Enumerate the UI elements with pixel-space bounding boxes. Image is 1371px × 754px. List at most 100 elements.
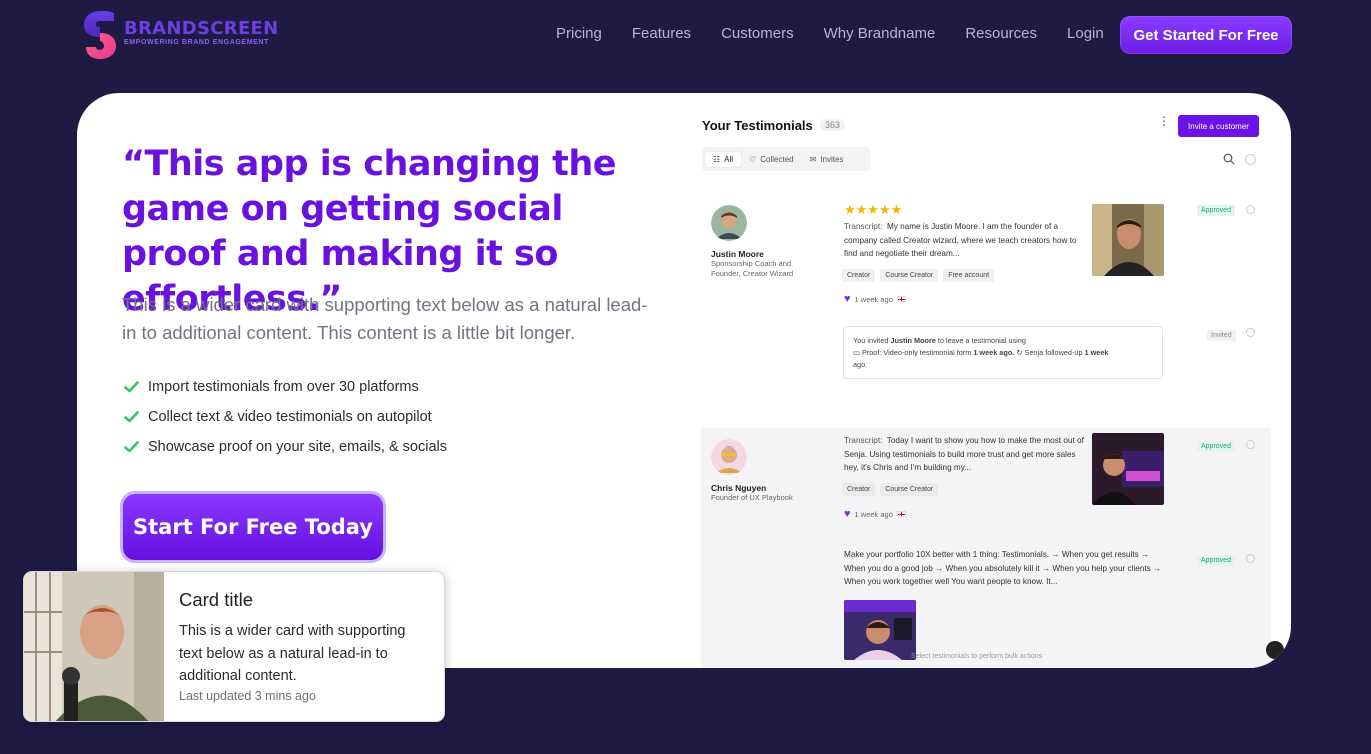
invite-time: 1 week ago. [973,348,1015,357]
time-ago: 1 week ago [854,509,893,519]
tab-label: Invites [820,154,844,164]
nav-login[interactable]: Login [1067,25,1104,42]
testimonial-count: 363 [820,119,846,131]
person-role: Sponsorship Coach and Founder, Creator W… [711,259,794,278]
check-icon [122,438,140,456]
tag: Course Creator [880,269,939,282]
tab-invites[interactable]: ✉ Invites [802,152,852,167]
more-menu-icon[interactable]: ⋮ [1158,114,1170,128]
transcript: Transcript: Today I want to show you how… [844,434,1084,475]
star-rating: ★★★★★ [844,202,903,217]
testimonial-meta: ♥ 1 week ago [844,508,906,520]
row-checkbox[interactable] [1246,328,1255,337]
chat-bubble-icon[interactable] [1266,641,1284,659]
video-thumbnail[interactable] [844,600,916,660]
invite-text: Senja followed-up [1024,348,1083,357]
start-free-button[interactable]: Start For Free Today [123,494,383,560]
avatar [711,439,747,475]
hero-support-text: This is a wider card with supporting tex… [122,294,648,343]
testimonials-dashboard: Your Testimonials 363 ⋮ Invite a custome… [701,93,1291,668]
check-icon [122,378,140,396]
invite-row[interactable]: You invited Justin Moore to leave a test… [701,326,1271,390]
check-icon [122,408,140,426]
testimonial-row[interactable]: Justin Moore Sponsorship Coach and Found… [701,193,1271,313]
tag: Course Creator [880,483,939,496]
feature-text: Import testimonials from over 30 platfor… [148,379,419,395]
tag-list: Creator Course Creator Free account [842,269,995,282]
refresh-icon: ↻ [1016,348,1023,357]
nav-customers[interactable]: Customers [721,25,794,42]
card-image [24,572,164,721]
nav-pricing[interactable]: Pricing [556,25,602,42]
video-thumbnail[interactable] [1092,433,1164,505]
heart-icon: ♥ [844,293,851,305]
testimonial-card[interactable]: Card title This is a wider card with sup… [23,571,445,722]
nav-why-brandname[interactable]: Why Brandname [824,25,936,42]
logo-mark-icon [84,11,116,59]
feature-item: Import testimonials from over 30 platfor… [122,372,447,402]
tab-collected[interactable]: ♡ Collected [741,152,802,167]
bulk-actions-hint: Select testimonials to perform bulk acti… [911,653,1043,660]
invitee-name: Justin Moore [890,336,936,345]
brand-tagline: EMPOWERING BRAND ENGAGEMENT [124,39,269,46]
person-name: Chris Nguyen [711,483,767,493]
testimonial-meta: ♥ 1 week ago [844,293,906,305]
search-icon[interactable] [1223,153,1235,165]
feature-text: Collect text & video testimonials on aut… [148,409,432,425]
feature-text: Showcase proof on your site, emails, & s… [148,439,447,455]
status-badge: Approved [1197,205,1235,216]
tag: Creator [842,269,876,282]
invite-text: Proof: Video-only testimonial form [861,348,972,357]
card-text: This is a wider card with supporting tex… [179,623,406,684]
flag-icon [896,296,906,302]
card-updated: Last updated 3 mins ago [179,689,316,703]
status-badge: Invited [1207,330,1236,341]
feature-item: Collect text & video testimonials on aut… [122,402,447,432]
dashboard-title: Your Testimonials [702,118,813,133]
transcript: Transcript: My name is Justin Moore. I a… [844,220,1084,261]
feature-item: Showcase proof on your site, emails, & s… [122,432,447,462]
person-name: Justin Moore [711,249,764,259]
heart-outline-icon: ♡ [749,154,757,164]
tag: Free account [943,269,995,282]
invite-text: You invited [853,336,889,345]
get-started-button[interactable]: Get Started For Free [1120,16,1292,54]
tab-all[interactable]: ☷ All [705,151,742,167]
tag: Creator [842,483,876,496]
person-role: Founder of UX Playbook [711,493,793,502]
status-badge: Approved [1197,555,1235,566]
tab-label: Collected [760,154,794,164]
filter-tabs: ☷ All ♡ Collected ✉ Invites [702,147,870,171]
testimonial-row[interactable]: Chris Nguyen Founder of UX Playbook Tran… [701,428,1271,668]
select-all-checkbox[interactable] [1245,154,1256,165]
status-badge: Approved [1197,441,1235,452]
invite-line: ago. [853,360,868,369]
flag-icon [896,511,906,517]
invite-line: ▭ Proof: Video-only testimonial form 1 w… [853,347,1153,359]
grid-icon: ☷ [713,154,721,164]
main-nav: Pricing Features Customers Why Brandname… [556,25,1104,42]
tag-list: Creator Course Creator [842,483,939,496]
time-ago: 1 week ago [854,294,893,304]
form-icon: ▭ [853,348,860,357]
transcript-label: Transcript: [844,436,883,445]
row-checkbox[interactable] [1246,554,1255,563]
tab-label: All [724,154,734,164]
invite-text: to leave a testimonial using [937,336,1026,345]
invite-line: You invited Justin Moore to leave a test… [853,335,1153,347]
invite-time: 1 week [1084,348,1109,357]
invite-message: You invited Justin Moore to leave a test… [843,326,1163,379]
invite-customer-button[interactable]: Invite a customer [1178,115,1259,137]
testimonial-text: Make your portfolio 10X better with 1 th… [844,550,1162,586]
nav-resources[interactable]: Resources [965,25,1037,42]
feature-list: Import testimonials from over 30 platfor… [122,372,447,462]
nav-features[interactable]: Features [632,25,691,42]
brand-logo[interactable]: BRANDSCREEN EMPOWERING BRAND ENGAGEMENT [84,11,284,59]
site-header: BRANDSCREEN EMPOWERING BRAND ENGAGEMENT … [0,0,1371,72]
row-checkbox[interactable] [1246,440,1255,449]
video-thumbnail[interactable] [1092,204,1164,276]
avatar [711,205,747,241]
card-title: Card title [179,589,254,610]
brand-name: BRANDSCREEN [124,18,279,39]
row-checkbox[interactable] [1246,205,1255,214]
